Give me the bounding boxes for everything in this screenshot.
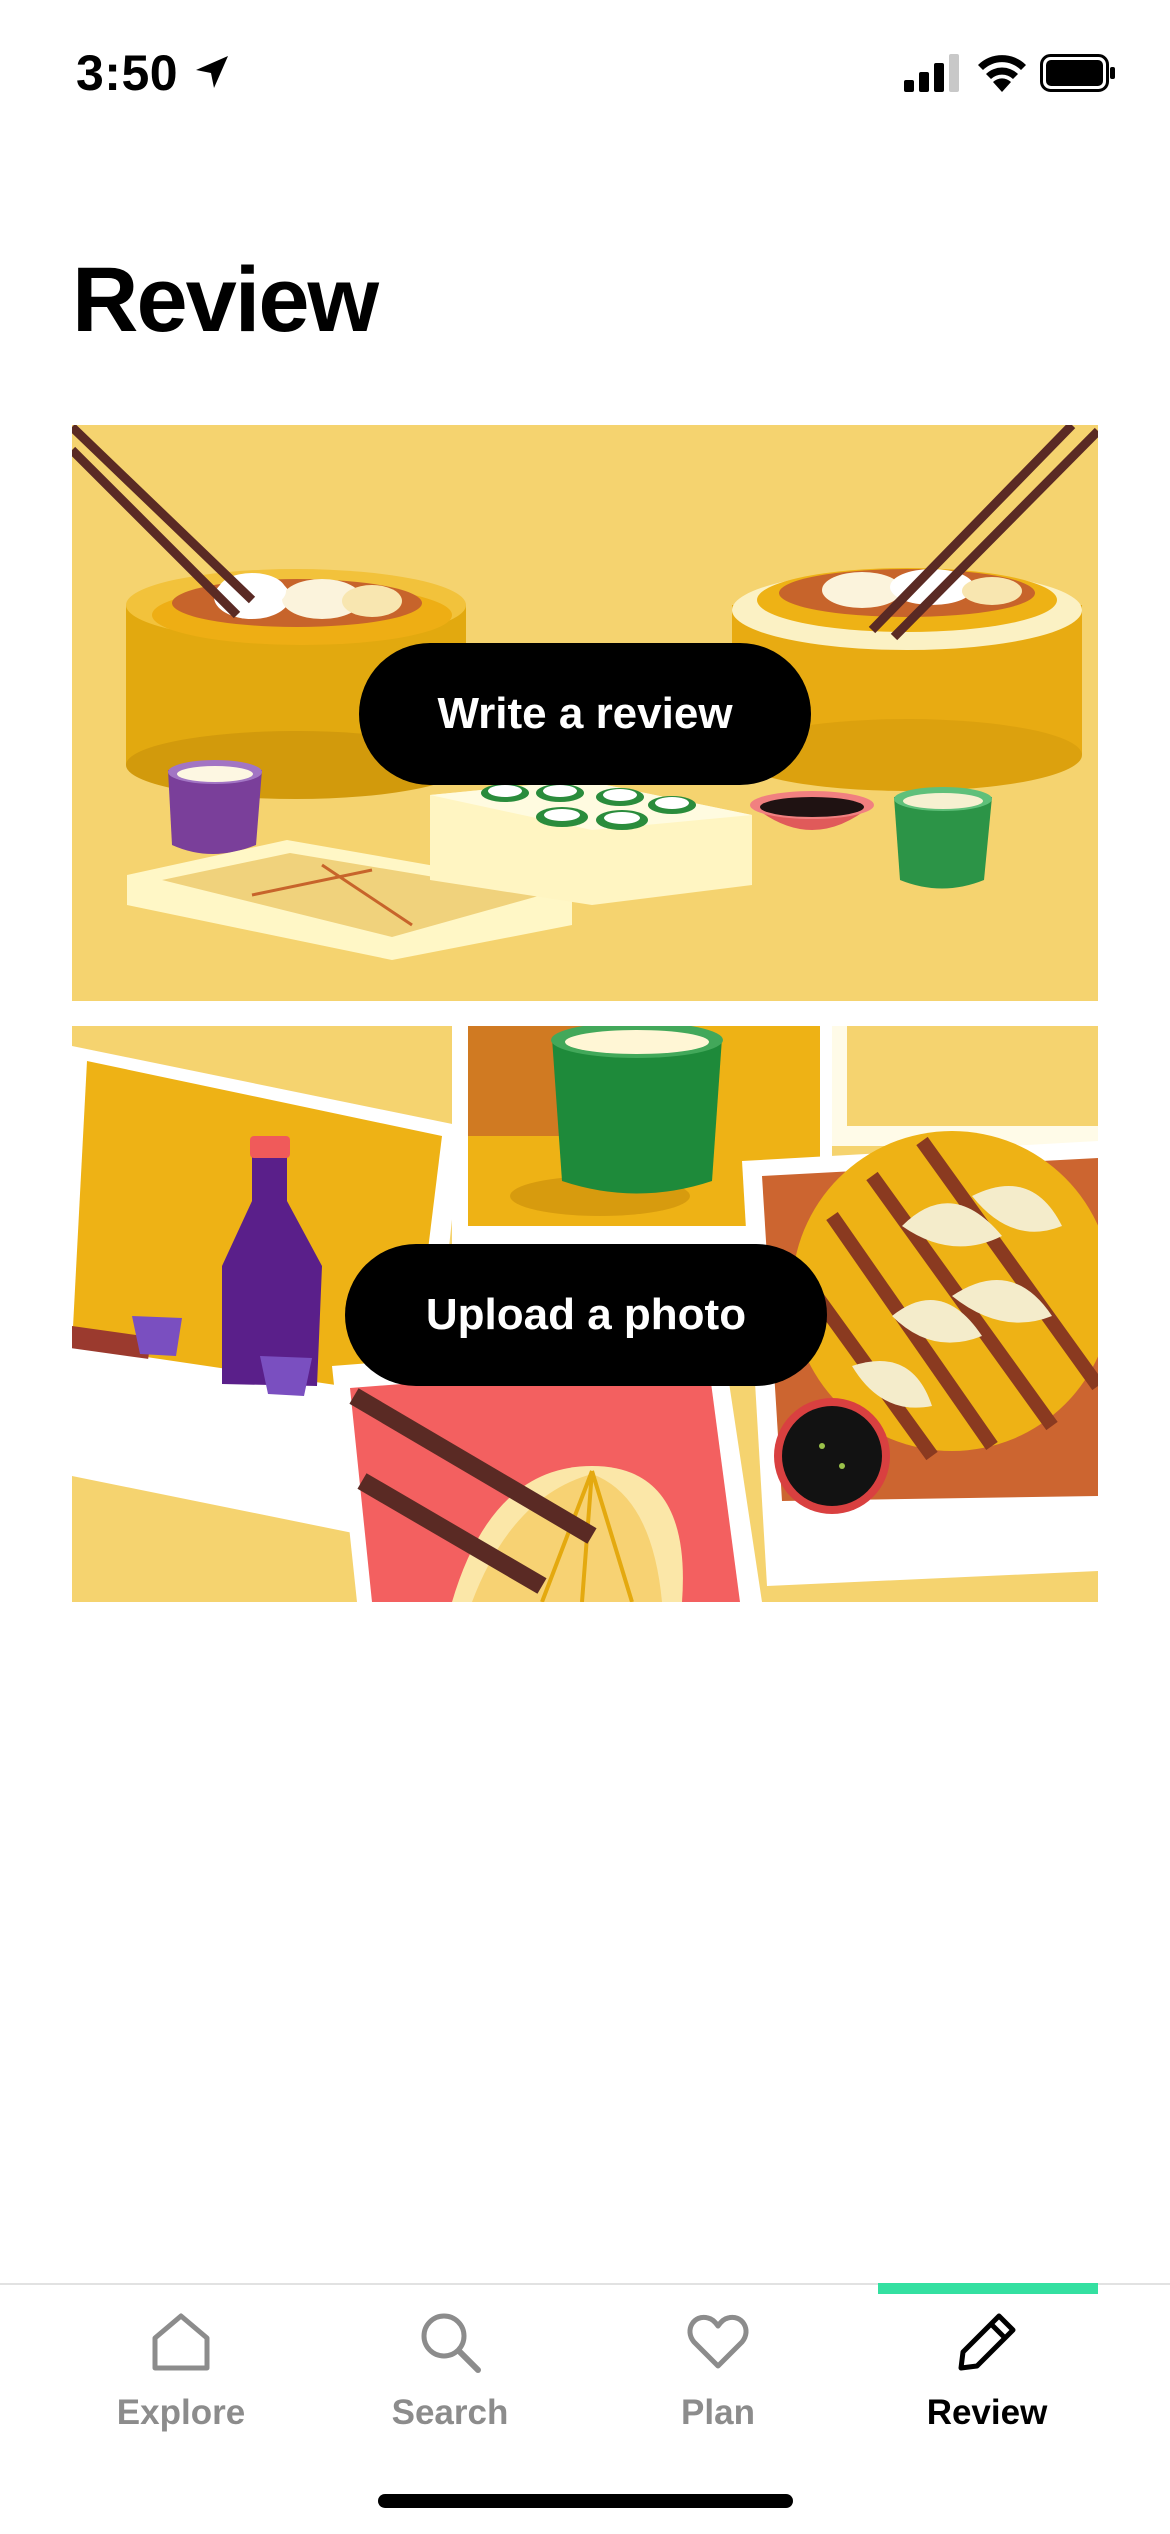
status-bar: 3:50 [0,0,1170,150]
tab-plan-label: Plan [681,2393,755,2432]
upload-photo-button[interactable]: Upload a photo [345,1244,827,1386]
home-icon [152,2313,210,2371]
tab-search-label: Search [391,2393,509,2432]
home-indicator [378,2494,793,2508]
cellular-signal-icon [904,54,959,92]
page-title: Review [72,249,379,351]
tab-explore-label: Explore [116,2393,246,2432]
write-review-button[interactable]: Write a review [359,643,811,785]
tab-search[interactable]: Search [315,2285,585,2475]
tab-review-label: Review [926,2393,1048,2432]
status-time: 3:50 [76,45,179,101]
location-arrow-icon [196,56,228,88]
upload-photo-card[interactable]: Upload a photo [72,1026,1098,1602]
pencil-icon [958,2313,1016,2371]
battery-icon [1040,54,1115,92]
heart-icon [687,2314,749,2369]
wifi-icon [978,55,1026,92]
search-icon [421,2313,481,2373]
write-review-card[interactable]: Write a review [72,425,1098,1001]
tab-review[interactable]: Review [852,2285,1122,2475]
tab-explore[interactable]: Explore [46,2285,316,2475]
tab-plan[interactable]: Plan [583,2285,853,2475]
